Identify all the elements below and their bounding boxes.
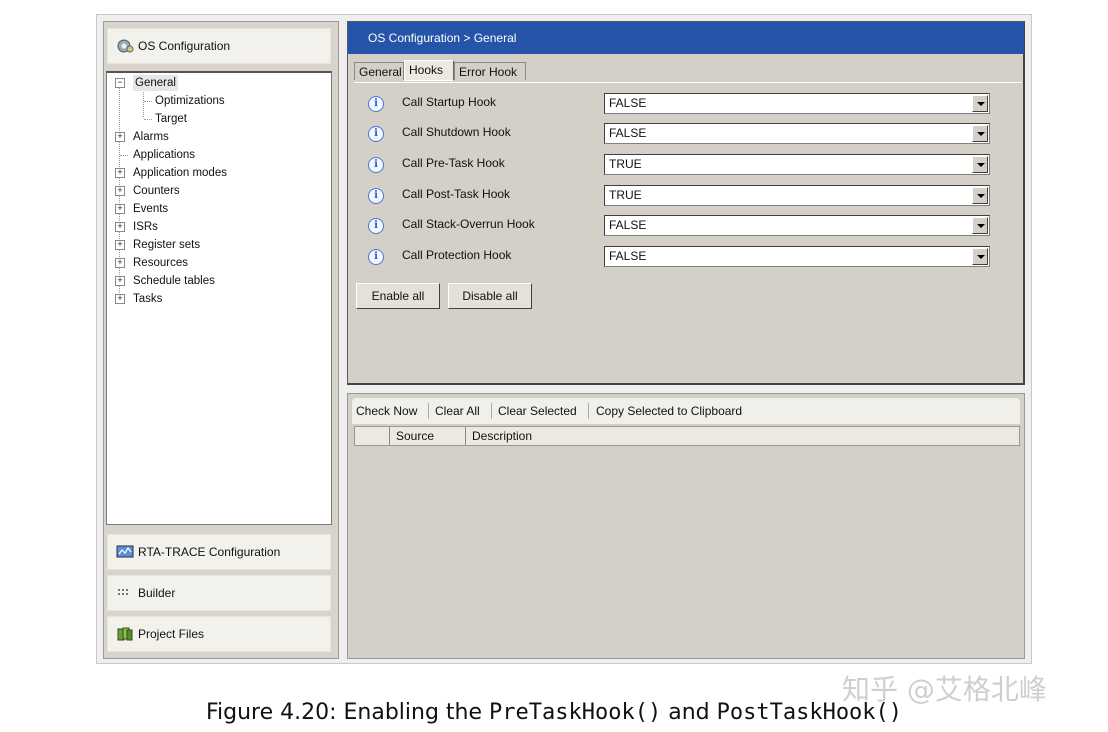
tree-item-target[interactable]: Target bbox=[155, 111, 187, 127]
expand-icon[interactable]: + bbox=[115, 258, 125, 268]
tree-item-label: ISRs bbox=[133, 221, 158, 233]
configuration-tree[interactable]: − General Optimizations Target + Alarms … bbox=[106, 71, 332, 525]
nav-rta-trace-label: RTA-TRACE Configuration bbox=[138, 545, 281, 559]
hook-label: Call Protection Hook bbox=[402, 248, 512, 262]
nav-project-files[interactable]: Project Files bbox=[107, 616, 331, 652]
tree-item-label: Tasks bbox=[133, 293, 163, 305]
caption-prefix: Figure 4.20: Enabling the bbox=[205, 700, 490, 725]
info-icon[interactable]: i bbox=[368, 126, 384, 142]
tree-item-label: Applications bbox=[133, 149, 196, 161]
project-files-icon bbox=[116, 626, 134, 642]
hook-value: TRUE bbox=[609, 188, 642, 202]
dropdown-arrow-icon[interactable] bbox=[972, 187, 988, 204]
figure-caption: Figure 4.20: Enabling the PreTaskHook() … bbox=[0, 700, 1108, 725]
hook-label: Call Startup Hook bbox=[402, 95, 497, 109]
tab-hooks[interactable]: Hooks bbox=[404, 60, 454, 81]
hook-row-post-task: i Call Post-Task Hook TRUE bbox=[368, 185, 1008, 207]
tree-item-label: Optimizations bbox=[155, 95, 225, 107]
hook-row-protection: i Call Protection Hook FALSE bbox=[368, 246, 1008, 268]
disable-all-button[interactable]: Disable all bbox=[448, 283, 532, 309]
hook-value: FALSE bbox=[609, 126, 647, 140]
tree-item-label: Counters bbox=[133, 185, 180, 197]
hook-value: TRUE bbox=[609, 157, 642, 171]
tree-item-label: Events bbox=[133, 203, 169, 215]
info-icon[interactable]: i bbox=[368, 188, 384, 204]
dropdown-arrow-icon[interactable] bbox=[972, 95, 988, 112]
expand-icon[interactable]: + bbox=[115, 132, 125, 142]
nav-builder[interactable]: Builder bbox=[107, 575, 331, 611]
tree-item-label: Schedule tables bbox=[133, 275, 215, 287]
expand-icon[interactable]: + bbox=[115, 204, 125, 214]
enable-all-button[interactable]: Enable all bbox=[356, 283, 440, 309]
hook-row-pre-task: i Call Pre-Task Hook TRUE bbox=[368, 154, 1008, 176]
dropdown-arrow-icon[interactable] bbox=[972, 156, 988, 173]
caption-pre-task-hook: PreTaskHook() bbox=[489, 700, 662, 725]
column-header-description[interactable]: Description bbox=[465, 427, 665, 445]
hook-value: FALSE bbox=[609, 249, 647, 263]
hook-label: Call Stack-Overrun Hook bbox=[402, 217, 535, 231]
tree-item-label: General bbox=[133, 75, 178, 91]
expand-icon[interactable]: + bbox=[115, 294, 125, 304]
hooks-tab-content: i Call Startup Hook FALSE i Call Shutdow… bbox=[354, 82, 1022, 379]
hook-row-stack-overrun: i Call Stack-Overrun Hook FALSE bbox=[368, 215, 1008, 237]
tree-item-label: Target bbox=[155, 113, 187, 125]
info-icon[interactable]: i bbox=[368, 96, 384, 112]
tree-item-optimizations[interactable]: Optimizations bbox=[155, 93, 225, 109]
nav-os-configuration[interactable]: OS Configuration bbox=[107, 28, 331, 64]
expand-icon[interactable]: + bbox=[115, 276, 125, 286]
hook-value: FALSE bbox=[609, 96, 647, 110]
expand-icon[interactable]: + bbox=[115, 186, 125, 196]
column-header-source[interactable]: Source bbox=[389, 427, 465, 445]
dropdown-arrow-icon[interactable] bbox=[972, 217, 988, 234]
hook-row-startup: i Call Startup Hook FALSE bbox=[368, 93, 1008, 115]
caption-and: and bbox=[661, 700, 717, 725]
dropdown-arrow-icon[interactable] bbox=[972, 125, 988, 142]
nav-os-configuration-label: OS Configuration bbox=[138, 39, 231, 53]
nav-rta-trace-configuration[interactable]: RTA-TRACE Configuration bbox=[107, 534, 331, 570]
expand-icon[interactable]: + bbox=[115, 222, 125, 232]
expand-icon[interactable]: + bbox=[115, 240, 125, 250]
hook-value: FALSE bbox=[609, 218, 647, 232]
results-grid-header: Source Description bbox=[354, 426, 1020, 446]
hook-value-select[interactable]: FALSE bbox=[604, 246, 990, 267]
info-icon[interactable]: i bbox=[368, 157, 384, 173]
navigation-pane: OS Configuration − General Optimizations… bbox=[103, 21, 339, 659]
breadcrumb: OS Configuration > General bbox=[348, 22, 1024, 54]
tree-item-label: Alarms bbox=[133, 131, 169, 143]
tree-item-label: Register sets bbox=[133, 239, 201, 251]
dropdown-arrow-icon[interactable] bbox=[972, 248, 988, 265]
hook-value-select[interactable]: TRUE bbox=[604, 185, 990, 206]
clear-all-button[interactable]: Clear All bbox=[435, 404, 480, 418]
tree-item-label: Application modes bbox=[133, 167, 227, 179]
collapse-icon[interactable]: − bbox=[115, 78, 125, 88]
hook-value-select[interactable]: TRUE bbox=[604, 154, 990, 175]
nav-builder-label: Builder bbox=[138, 586, 176, 600]
hook-value-select[interactable]: FALSE bbox=[604, 215, 990, 236]
nav-project-files-label: Project Files bbox=[138, 627, 205, 641]
trace-monitor-icon bbox=[116, 544, 134, 560]
builder-icon bbox=[116, 585, 134, 601]
hook-value-select[interactable]: FALSE bbox=[604, 93, 990, 114]
info-icon[interactable]: i bbox=[368, 218, 384, 234]
hook-label: Call Post-Task Hook bbox=[402, 187, 511, 201]
check-results-panel: Check Now Clear All Clear Selected Copy … bbox=[347, 393, 1025, 659]
caption-post-task-hook: PostTaskHook() bbox=[716, 700, 903, 725]
info-icon[interactable]: i bbox=[368, 249, 384, 265]
copy-selected-button[interactable]: Copy Selected to Clipboard bbox=[596, 404, 742, 418]
app-window: OS Configuration − General Optimizations… bbox=[96, 14, 1032, 664]
hooks-panel: OS Configuration > General General Hooks… bbox=[347, 21, 1025, 385]
expand-icon[interactable]: + bbox=[115, 168, 125, 178]
results-toolbar: Check Now Clear All Clear Selected Copy … bbox=[352, 398, 1020, 424]
hook-row-shutdown: i Call Shutdown Hook FALSE bbox=[368, 123, 1008, 145]
hook-value-select[interactable]: FALSE bbox=[604, 123, 990, 144]
hook-label: Call Shutdown Hook bbox=[402, 125, 511, 139]
tree-item-label: Resources bbox=[133, 257, 188, 269]
clear-selected-button[interactable]: Clear Selected bbox=[498, 404, 577, 418]
check-now-button[interactable]: Check Now bbox=[356, 404, 417, 418]
gear-icon bbox=[116, 38, 134, 54]
tab-error-hook[interactable]: Error Hook bbox=[454, 62, 526, 80]
hook-label: Call Pre-Task Hook bbox=[402, 156, 505, 170]
tab-general[interactable]: General bbox=[354, 62, 404, 80]
